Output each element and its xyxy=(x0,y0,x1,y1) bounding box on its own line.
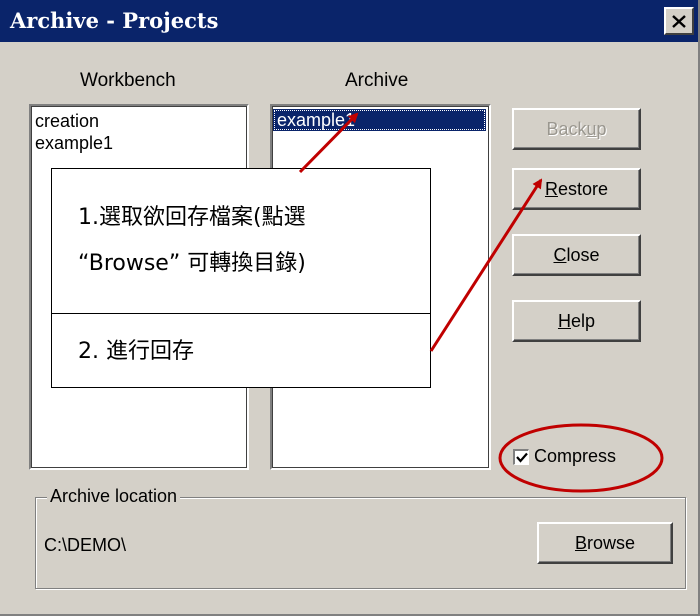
annotation-overlay xyxy=(298,112,664,493)
arrow-to-restore-button xyxy=(429,178,543,352)
compress-highlight-ellipse xyxy=(498,423,664,493)
arrow-to-archive-item xyxy=(298,112,359,174)
